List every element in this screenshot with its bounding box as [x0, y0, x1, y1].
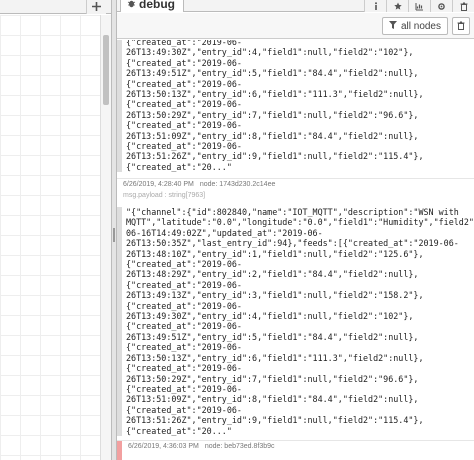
sidebar-tab-bar: debug [117, 0, 474, 12]
workspace-scrollbar[interactable] [100, 15, 111, 460]
payload-line: 26T13:51:09Z","entry_id":8,"field1":"84.… [126, 130, 419, 141]
payload-line: {"created_at":"2019-06- [126, 279, 242, 290]
message-meta: 6/26/2019, 4:28:40 PM node: 1743d230.2c14… [117, 179, 474, 201]
message-header: 6/26/2019, 4:36:03 PM node: beb73ed.8f3b9… [122, 441, 474, 453]
payload-line: {"created_at":"2019-06- [126, 383, 242, 394]
payload-line: "{"channel":{"id":802840,"name":"IOT_MQT… [126, 207, 459, 217]
gear-icon[interactable] [430, 0, 452, 12]
payload-line: 26T13:49:30Z","entry_id":4,"field1":null… [126, 311, 414, 322]
debug-message-selected[interactable]: 6/26/2019, 4:36:03 PM node: beb73ed.8f3b9… [117, 441, 474, 460]
payload-line: 26T13:50:13Z","entry_id":6,"field1":"111… [126, 89, 424, 100]
message-payload[interactable]: {"created_at":"2019-06- 26T13:49:30Z","en… [122, 40, 474, 172]
message-type: msg.payload : string[7963] [123, 192, 206, 199]
payload-line: 26T13:51:26Z","entry_id":9,"field1":null… [126, 415, 424, 426]
payload-line: 26T13:49:30Z","entry_id":4,"field1":null… [126, 47, 414, 58]
payload-line: {"created_at":"2019-06- [126, 99, 242, 110]
splitter-grip[interactable] [113, 228, 115, 242]
filter-icon [388, 20, 397, 32]
payload-line: 26T13:48:29Z","entry_id":2,"field1":"84.… [126, 269, 419, 280]
payload-line: 26T13:49:51Z","entry_id":5,"field1":"84.… [126, 68, 419, 79]
payload-line: {"created_at":"2019-06- [126, 78, 242, 89]
message-node-id[interactable]: node: beb73ed.8f3b9c [205, 443, 275, 450]
payload-line: {"created_at":"20..." [126, 425, 232, 436]
payload-line: {"created_at":"2019-06- [126, 300, 242, 311]
info-icon[interactable] [364, 0, 386, 12]
payload-line: {"created_at":"20..." [126, 161, 232, 172]
message-payload[interactable]: "{"channel":{"id":802840,"name":"IOT_MQT… [122, 207, 474, 436]
tab-debug-label: debug [139, 0, 175, 11]
sidebar: debug all nodes {"created_at":"2019-06- … [117, 0, 474, 460]
workspace-scrollbar-thumb[interactable] [103, 35, 109, 105]
payload-line: 26T13:51:26Z","entry_id":9,"field1":null… [126, 151, 424, 162]
filter-label: all nodes [400, 20, 441, 32]
payload-line: {"created_at":"2019-06- [126, 321, 242, 332]
payload-line: {"created_at":"2019-06- [126, 40, 242, 47]
clear-messages-button[interactable] [452, 17, 470, 35]
payload-line: 06-16T14:49:02Z","updated_at":"2019-06- [126, 227, 323, 238]
debug-message[interactable]: "{"channel":{"id":802840,"name":"IOT_MQT… [117, 207, 474, 436]
workspace-tab-bar [0, 0, 111, 14]
payload-line: 26T13:49:13Z","entry_id":3,"field1":null… [126, 290, 424, 301]
message-timestamp: 6/26/2019, 4:36:03 PM [128, 443, 199, 450]
payload-line: {"created_at":"2019-06- [126, 57, 242, 68]
payload-line: 26T13:50:35Z","last_entry_id":94},"feeds… [126, 238, 459, 249]
payload-line: {"created_at":"2019-06- [126, 120, 242, 131]
payload-line: 26T13:50:29Z","entry_id":7,"field1":null… [126, 373, 419, 384]
filter-nodes-button[interactable]: all nodes [381, 17, 448, 35]
payload-line: 26T13:50:29Z","entry_id":7,"field1":null… [126, 109, 419, 120]
trash-icon[interactable] [452, 0, 474, 12]
message-node-id[interactable]: node: 1743d230.2c14ee [200, 181, 276, 188]
payload-line: 26T13:49:51Z","entry_id":5,"field1":"84.… [126, 331, 419, 342]
payload-line: {"created_at":"2019-06- [126, 342, 242, 353]
payload-line: MQTT","latitude":"0.0","longitude":"0.0"… [126, 217, 474, 228]
chart-icon[interactable] [408, 0, 430, 12]
payload-line: 26T13:48:10Z","entry_id":1,"field1":null… [126, 248, 424, 259]
flow-workspace[interactable] [0, 0, 111, 460]
workspace-grid[interactable] [0, 15, 100, 460]
payload-line: {"created_at":"2019-06- [126, 363, 242, 374]
message-timestamp: 6/26/2019, 4:28:40 PM [123, 181, 194, 188]
bookmark-icon[interactable] [386, 0, 408, 12]
add-flow-button[interactable] [86, 0, 106, 14]
debug-message[interactable]: {"created_at":"2019-06- 26T13:49:30Z","en… [117, 40, 474, 173]
bug-icon [127, 0, 136, 13]
payload-line: {"created_at":"2019-06- [126, 259, 242, 270]
message-header: 6/26/2019, 4:28:40 PM node: 1743d230.2c14… [117, 179, 474, 191]
debug-messages[interactable]: {"created_at":"2019-06- 26T13:49:30Z","en… [117, 40, 474, 460]
debug-toolbar: all nodes [117, 13, 474, 39]
payload-line: {"created_at":"2019-06- [126, 404, 242, 415]
payload-line: 26T13:51:09Z","entry_id":8,"field1":"84.… [126, 394, 419, 405]
trash-icon [457, 17, 465, 35]
payload-line: {"created_at":"2019-06- [126, 141, 242, 152]
payload-line: 26T13:50:13Z","entry_id":6,"field1":"111… [126, 352, 424, 363]
tab-debug[interactable]: debug [120, 0, 184, 12]
